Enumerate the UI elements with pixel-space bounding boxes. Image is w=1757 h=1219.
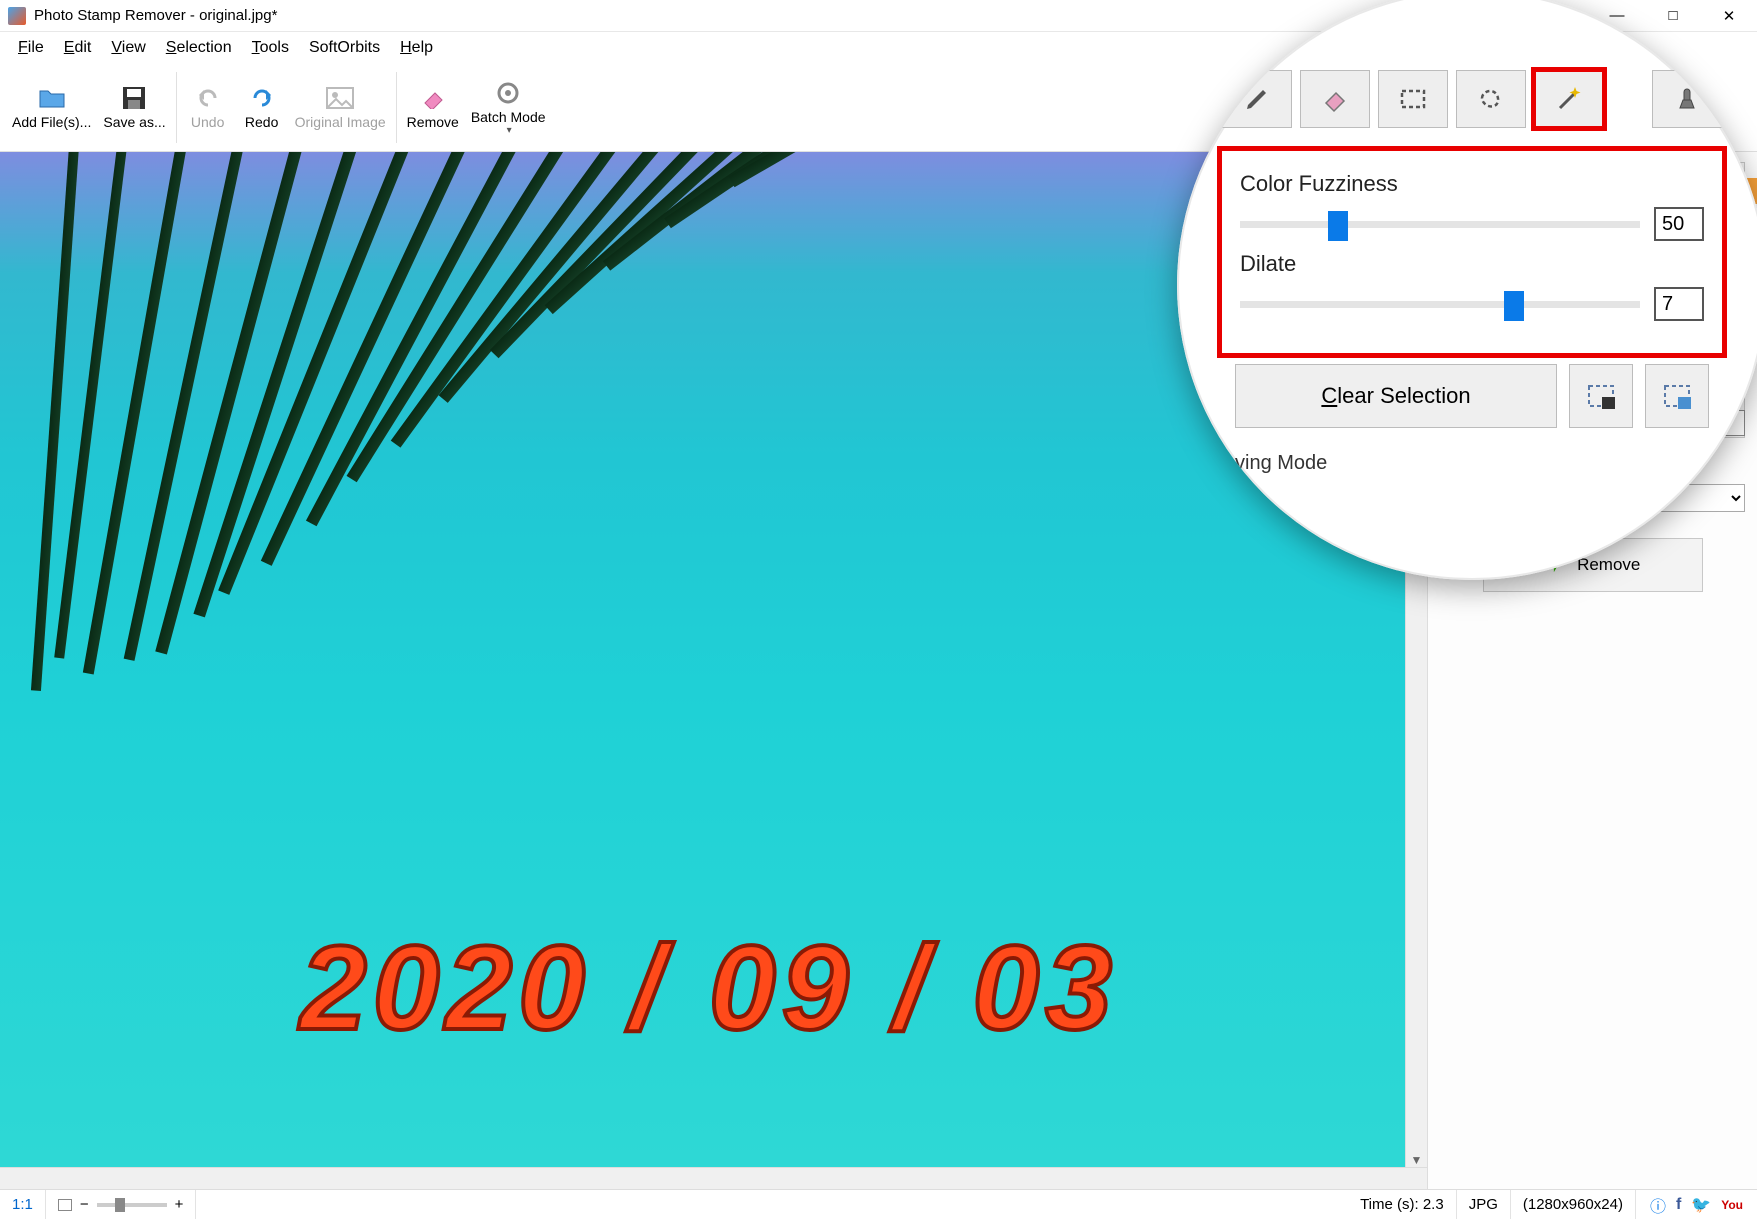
menu-file[interactable]: File [8, 35, 54, 61]
lens-color-fuzziness-slider[interactable] [1240, 221, 1640, 228]
menu-selection[interactable]: Selection [156, 35, 242, 61]
lens-settings-panel: Color Fuzziness Dilate [1217, 146, 1727, 358]
redo-icon [248, 84, 276, 112]
undo-icon [194, 84, 222, 112]
add-files-button[interactable]: Add File(s)... [6, 66, 97, 149]
lens-dilate-slider[interactable] [1240, 301, 1640, 308]
social-links: ⓘ f 🐦 You [1636, 1193, 1757, 1217]
maximize-button[interactable]: □ [1645, 0, 1701, 32]
lens-magic-wand-tool[interactable] [1534, 70, 1604, 128]
date-stamp-text: 2020 / 09 / 03 [300, 919, 1118, 1057]
facebook-icon[interactable]: f [1676, 1196, 1681, 1214]
lens-tools-row [1217, 70, 1727, 128]
lens-load-selection-button[interactable] [1645, 364, 1709, 428]
zoom-ratio[interactable]: 1:1 [0, 1190, 46, 1219]
window-title: Photo Stamp Remover - original.jpg* [34, 7, 277, 24]
redo-label: Redo [245, 114, 278, 130]
lens-color-fuzziness-label: Color Fuzziness [1240, 171, 1704, 197]
twitter-icon[interactable]: 🐦 [1691, 1195, 1711, 1215]
add-files-label: Add File(s)... [12, 114, 91, 130]
youtube-icon[interactable]: You [1721, 1198, 1743, 1212]
save-icon [120, 84, 148, 112]
lens-save-selection-button[interactable] [1569, 364, 1633, 428]
menu-tools[interactable]: Tools [242, 35, 299, 61]
batch-mode-button[interactable]: Batch Mode▾ [465, 66, 552, 149]
eraser-icon [419, 84, 447, 112]
status-time: Time (s): 2.3 [1348, 1190, 1457, 1219]
info-icon[interactable]: ⓘ [1650, 1193, 1666, 1217]
zoom-control[interactable]: − + [46, 1190, 197, 1219]
menu-view[interactable]: View [101, 35, 155, 61]
zoom-slider[interactable] [97, 1203, 167, 1207]
zoom-in-icon[interactable]: + [175, 1196, 184, 1213]
fit-icon[interactable] [58, 1199, 72, 1211]
lens-dilate-value[interactable] [1654, 287, 1704, 321]
remove-toolbar-label: Remove [407, 114, 459, 130]
lens-color-fuzziness-value[interactable] [1654, 207, 1704, 241]
scroll-down-icon[interactable]: ▼ [1411, 1153, 1423, 1167]
lens-rect-select-tool[interactable] [1378, 70, 1448, 128]
save-as-label: Save as... [103, 114, 165, 130]
save-as-button[interactable]: Save as... [97, 66, 171, 149]
redo-button[interactable]: Redo [235, 66, 289, 149]
lens-pencil-tool[interactable] [1222, 70, 1292, 128]
status-bar: 1:1 − + Time (s): 2.3 JPG (1280x960x24) … [0, 1189, 1757, 1219]
original-image-label: Original Image [295, 114, 386, 130]
zoom-out-icon[interactable]: − [80, 1196, 89, 1213]
menu-help[interactable]: Help [390, 35, 443, 61]
menu-softorbits[interactable]: SoftOrbits [299, 35, 390, 61]
gear-icon [494, 79, 522, 107]
batch-mode-label: Batch Mode [471, 109, 546, 125]
image-icon [326, 84, 354, 112]
remove-toolbar-button[interactable]: Remove [401, 66, 465, 149]
lens-mode-fragment: ving Mode [1217, 452, 1727, 475]
zoom-lens-overlay: Color Fuzziness Dilate Clear Selection v… [1177, 0, 1757, 580]
app-icon [8, 7, 26, 25]
remove-button-label: Remove [1577, 555, 1640, 575]
lens-clear-selection-button[interactable]: Clear Selection [1235, 364, 1557, 428]
close-button[interactable]: ✕ [1701, 0, 1757, 32]
status-dimensions: (1280x960x24) [1511, 1190, 1636, 1219]
original-image-button[interactable]: Original Image [289, 66, 392, 149]
lens-dilate-label: Dilate [1240, 251, 1704, 277]
undo-button[interactable]: Undo [181, 66, 235, 149]
menu-edit[interactable]: Edit [54, 35, 102, 61]
horizontal-scrollbar[interactable] [0, 1167, 1427, 1189]
lens-lasso-tool[interactable] [1456, 70, 1526, 128]
lens-clone-stamp-tool[interactable] [1652, 70, 1722, 128]
folder-open-icon [38, 84, 66, 112]
lens-eraser-tool[interactable] [1300, 70, 1370, 128]
undo-label: Undo [191, 114, 224, 130]
chevron-down-icon: ▾ [507, 125, 512, 137]
status-format: JPG [1457, 1190, 1511, 1219]
